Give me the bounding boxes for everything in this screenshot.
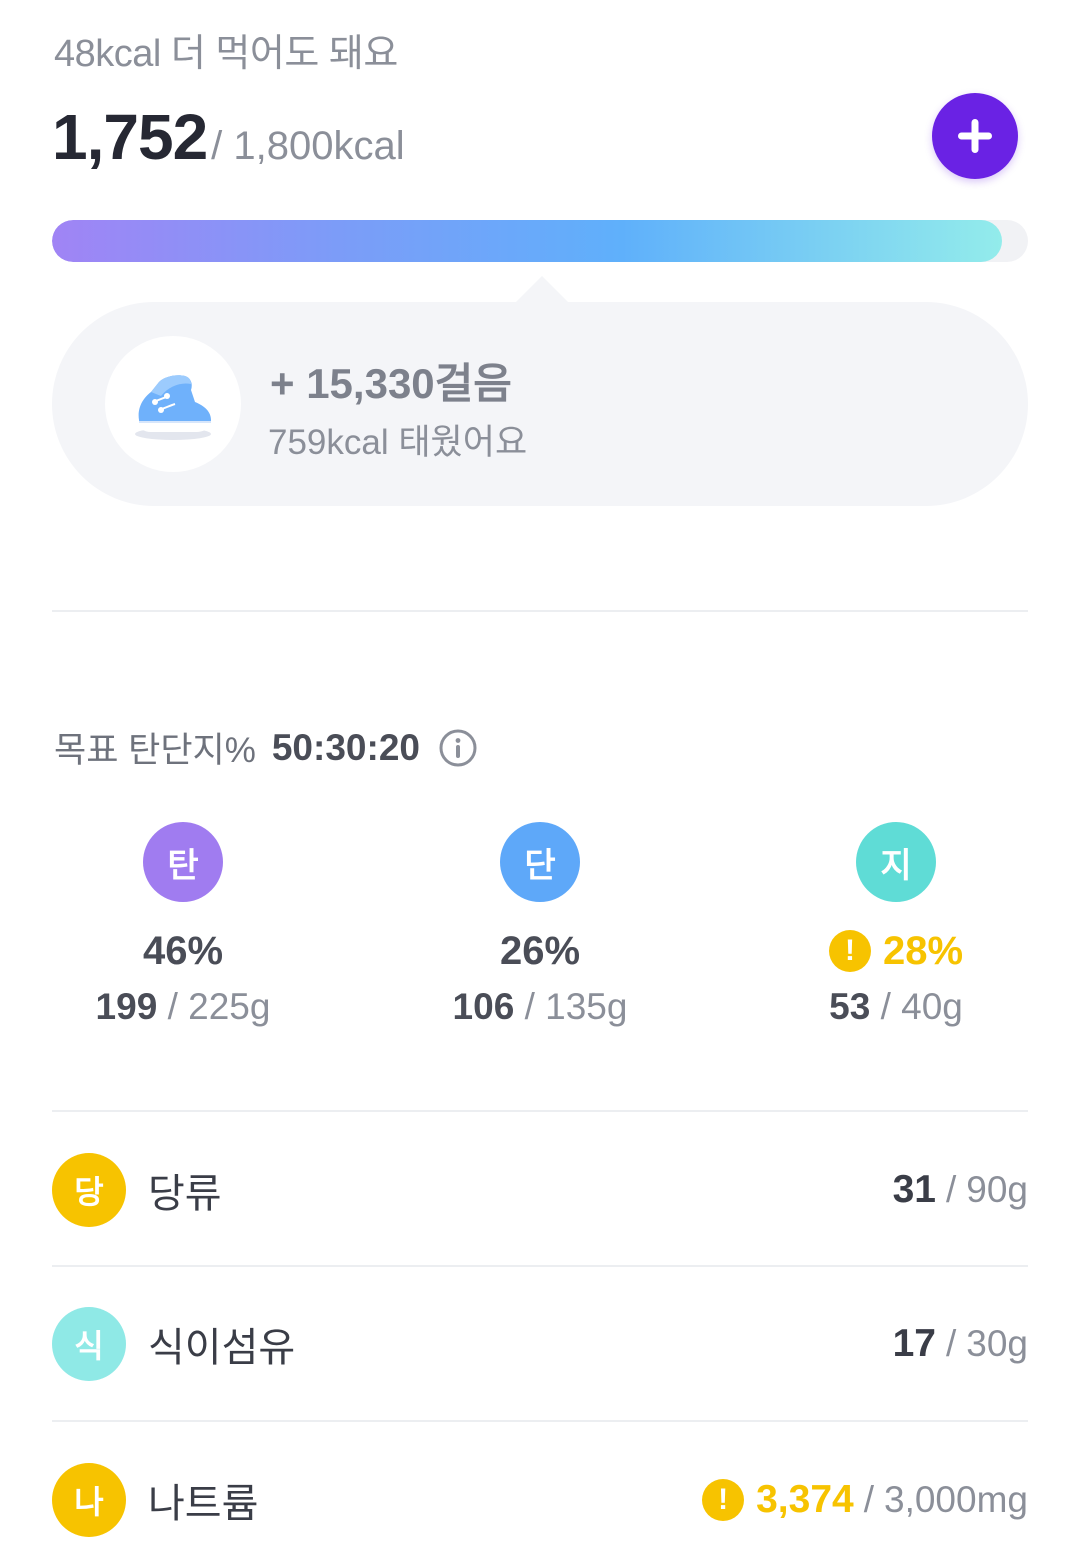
sugar-goal: 90g [966,1169,1028,1210]
fiber-label: 식이섬유 [148,1326,296,1370]
calorie-progress-fill [52,220,1002,262]
calorie-total: 1,752 / 1,800kcal [52,100,405,174]
macro-goal-row: 목표 탄단지% 50:30:20 [54,722,478,773]
warning-icon: ! [702,1479,745,1521]
protein-goal: 135g [545,986,628,1027]
sodium-goal: 3,000mg [884,1479,1028,1520]
section-divider [52,610,1028,612]
warning-icon: ! [828,930,871,972]
nutrient-row-sodium[interactable]: 나 나트륨 ! 3,374 / 3,000mg [52,1462,1028,1538]
calorie-progress-bar [52,220,1028,262]
add-food-button[interactable] [932,93,1018,179]
nutrient-row-sugar[interactable]: 당 당류 31 / 90g [52,1152,1028,1228]
sodium-current: 3,374 [756,1478,854,1521]
sodium-value: ! 3,374 / 3,000mg [702,1478,1028,1522]
amount-separator: / [945,1169,957,1210]
sugar-current: 31 [892,1168,936,1211]
fiber-value: 17 / 30g [893,1322,1028,1366]
consumed-calories: 1,752 [52,101,208,173]
amount-separator: / [945,1323,957,1364]
info-icon[interactable] [438,728,478,768]
macro-fat[interactable]: 지 ! 28% 53 / 40g [746,822,1046,1028]
sodium-badge: 나 [52,1463,126,1537]
macro-goal-label: 목표 탄단지% [54,731,256,770]
section-divider [52,1110,1028,1112]
amount-separator: / [863,1479,874,1520]
carbs-current: 199 [95,986,158,1027]
sugar-badge: 당 [52,1153,126,1227]
amount-separator: / [524,986,535,1027]
fat-amount: 53 / 40g [829,986,963,1028]
carbs-badge: 탄 [143,822,223,902]
macro-protein[interactable]: 단 26% 106 / 135g [390,822,690,1028]
nutrient-row-fiber[interactable]: 식 식이섬유 17 / 30g [52,1306,1028,1382]
fat-percent: ! 28% [828,926,964,976]
protein-amount: 106 / 135g [453,986,628,1028]
nutrition-summary-screen: 48kcal 더 먹어도 돼요 1,752 / 1,800kcal + 15,3… [0,0,1080,1558]
protein-percent: 26% [500,926,580,976]
protein-badge: 단 [500,822,580,902]
bubble-pointer [514,276,570,304]
amount-separator: / [880,986,891,1027]
shoe-avatar [105,336,241,472]
fat-percent-value: 28% [882,928,964,973]
fat-current: 53 [829,986,871,1027]
plus-icon [958,119,992,153]
sodium-label: 나트륨 [148,1482,259,1526]
goal-calories: / 1,800kcal [211,124,405,168]
carbs-percent: 46% [143,926,223,976]
sugar-value: 31 / 90g [893,1168,1028,1212]
fiber-goal: 30g [966,1323,1028,1364]
steps-burned-calories: 759kcal 태웠어요 [268,423,528,462]
sneaker-icon [135,375,211,440]
fat-badge: 지 [856,822,936,902]
macro-carbs[interactable]: 탄 46% 199 / 225g [33,822,333,1028]
row-divider [52,1265,1028,1267]
fat-goal: 40g [901,986,963,1027]
amount-separator: / [167,986,178,1027]
fiber-badge: 식 [52,1307,126,1381]
steps-count: + 15,330걸음 [270,360,512,407]
macro-goal-ratio: 50:30:20 [271,726,420,768]
sugar-label: 당류 [148,1172,222,1216]
protein-percent-value: 26% [499,928,581,973]
remaining-calories-text: 48kcal 더 먹어도 돼요 [54,33,398,75]
protein-current: 106 [452,986,515,1027]
row-divider [52,1420,1028,1422]
carbs-goal: 225g [188,986,271,1027]
fiber-current: 17 [892,1322,936,1365]
carbs-amount: 199 / 225g [96,986,271,1028]
carbs-percent-value: 46% [142,928,224,973]
